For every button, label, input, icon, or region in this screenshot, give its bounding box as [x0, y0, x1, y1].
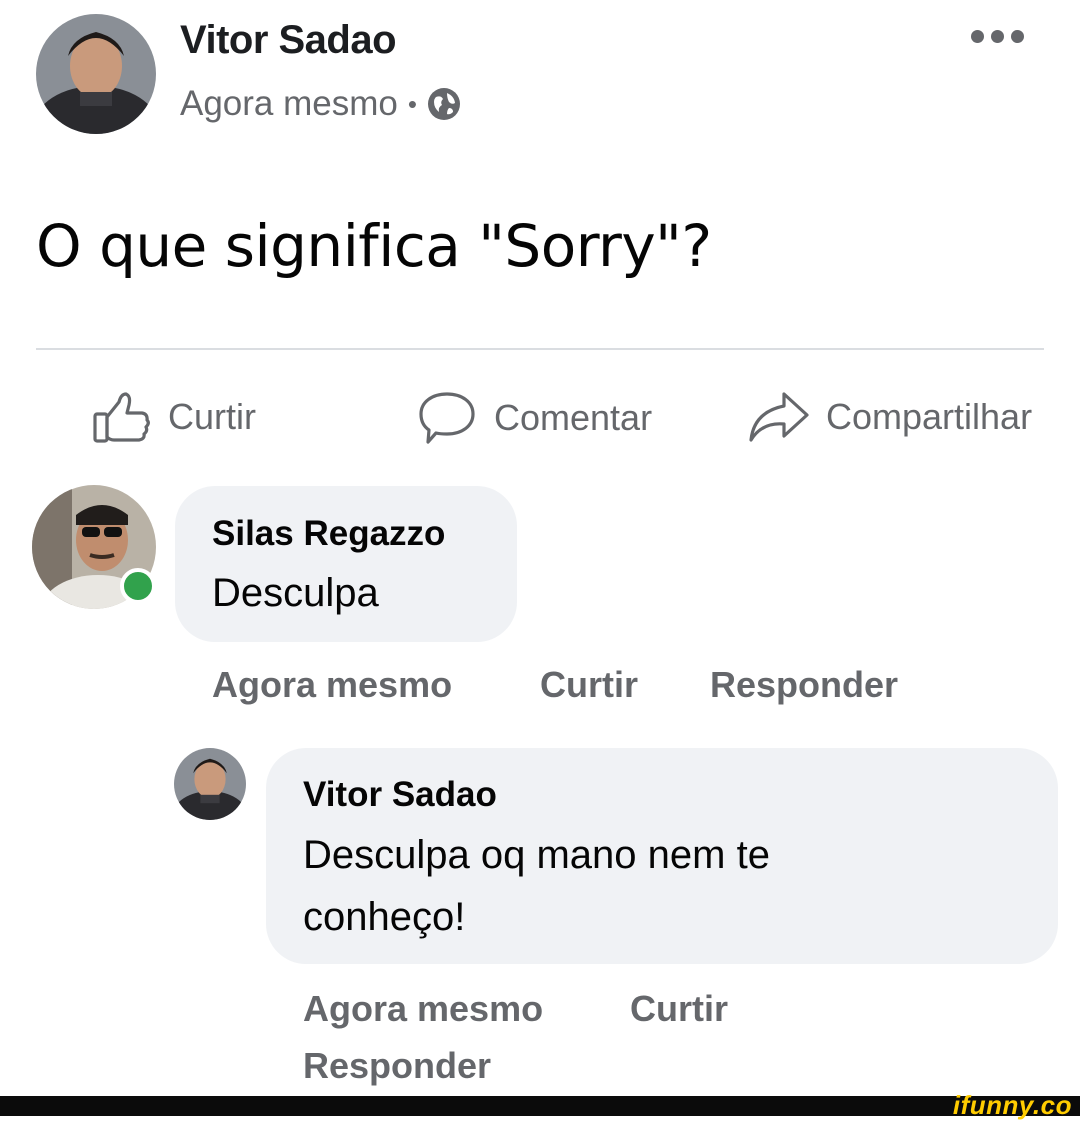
online-status-indicator	[120, 568, 156, 604]
post-meta: Agora mesmo •	[180, 84, 461, 124]
comment-bubble-icon	[418, 390, 476, 446]
comment-text: Desculpa	[212, 571, 379, 615]
comment-reply-button[interactable]: Responder	[710, 664, 898, 706]
globe-icon[interactable]	[427, 87, 461, 121]
share-arrow-icon	[748, 390, 810, 444]
reply-text-line-1: Desculpa oq mano nem te	[303, 833, 770, 877]
comment-author[interactable]: Silas Regazzo	[212, 514, 445, 554]
reply-author[interactable]: Vitor Sadao	[303, 775, 497, 815]
like-label: Curtir	[168, 396, 256, 437]
reply-author-avatar[interactable]	[174, 748, 246, 820]
comment-label: Comentar	[494, 397, 653, 438]
comment-button[interactable]: Comentar	[418, 390, 652, 446]
reply-time[interactable]: Agora mesmo	[303, 988, 543, 1030]
watermark-bar	[0, 1096, 1080, 1116]
ifunny-watermark: ifunny.co	[952, 1090, 1072, 1120]
thumbs-up-icon	[92, 390, 150, 444]
share-button[interactable]: Compartilhar	[748, 390, 1032, 444]
reply-like-button[interactable]: Curtir	[630, 988, 728, 1030]
post-time[interactable]: Agora mesmo	[180, 84, 398, 124]
more-options-icon[interactable]	[971, 30, 1024, 43]
comment-like-button[interactable]: Curtir	[540, 664, 638, 706]
meta-separator: •	[407, 88, 417, 119]
post-text: O que significa "Sorry"?	[36, 212, 712, 280]
reply-text-line-2: conheço!	[303, 895, 466, 939]
share-label: Compartilhar	[826, 396, 1033, 437]
like-button[interactable]: Curtir	[92, 390, 256, 444]
divider	[36, 348, 1044, 350]
comment-time[interactable]: Agora mesmo	[212, 664, 452, 706]
post-author-avatar[interactable]	[36, 14, 156, 134]
post-author-name[interactable]: Vitor Sadao	[180, 18, 397, 63]
reply-reply-button[interactable]: Responder	[303, 1045, 491, 1087]
